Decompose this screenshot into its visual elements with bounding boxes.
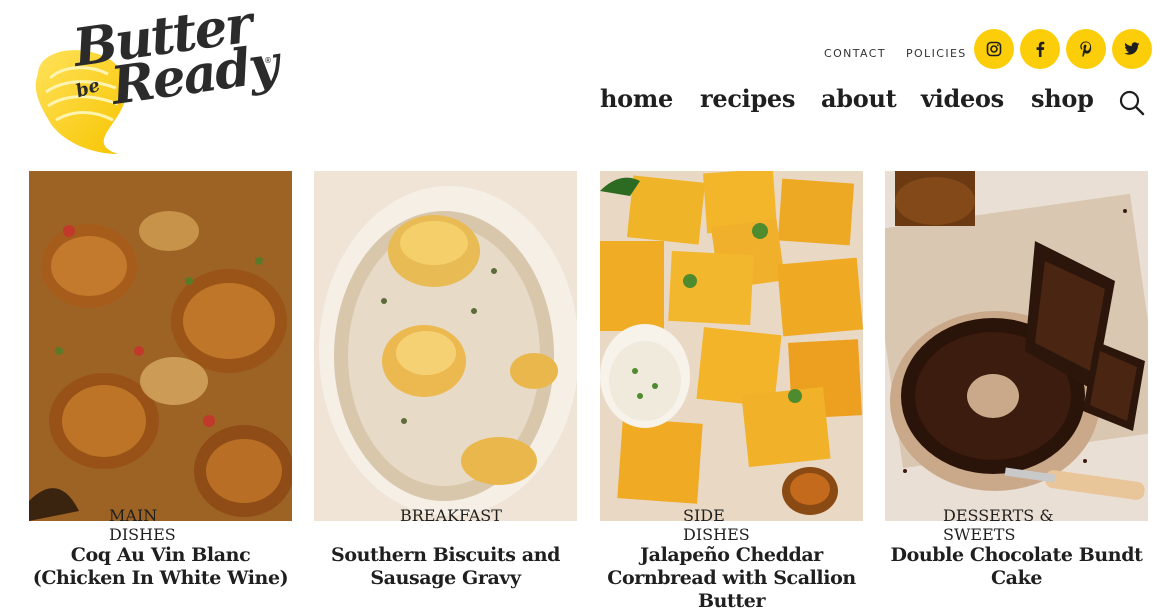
registered-mark: ® — [264, 56, 272, 65]
twitter-icon — [1124, 42, 1140, 55]
recipe-card[interactable] — [600, 171, 863, 521]
recipe-card[interactable] — [29, 171, 292, 521]
recipe-title[interactable]: Southern Biscuits and Sausage Gravy — [314, 544, 577, 590]
nav-recipes[interactable]: recipes — [700, 84, 795, 113]
social-links — [974, 29, 1152, 69]
recipe-card[interactable] — [885, 171, 1148, 521]
category-label: DESSERTS & SWEETS — [943, 506, 1054, 544]
category-badge[interactable]: BREAKFAST — [400, 506, 502, 525]
nav-shop[interactable]: shop — [1031, 84, 1094, 113]
policies-link[interactable]: POLICIES — [906, 47, 967, 60]
twitter-button[interactable] — [1112, 29, 1152, 69]
category-label: MAIN DISHES — [109, 506, 176, 544]
instagram-button[interactable] — [974, 29, 1014, 69]
category-label: SIDE DISHES — [683, 506, 750, 544]
category-badge[interactable]: DESSERTS & SWEETS — [943, 506, 1090, 544]
recipe-title[interactable]: Jalapeño Cheddar Cornbread with Scallion… — [600, 544, 863, 613]
recipe-image-cornbread[interactable] — [600, 171, 863, 521]
nav-home[interactable]: home — [600, 84, 673, 113]
category-badge[interactable]: MAIN DISHES — [109, 506, 211, 544]
pinterest-icon — [1080, 41, 1092, 57]
search-icon — [1119, 90, 1145, 116]
recipe-title[interactable]: Coq Au Vin Blanc (Chicken In White Wine) — [29, 544, 292, 590]
category-label: BREAKFAST — [400, 506, 502, 525]
facebook-icon — [1036, 41, 1045, 57]
recipe-title[interactable]: Double Chocolate Bundt Cake — [885, 544, 1148, 590]
pinterest-button[interactable] — [1066, 29, 1106, 69]
search-button[interactable] — [1118, 89, 1146, 117]
utility-nav: CONTACT POLICIES — [824, 47, 967, 60]
nav-about[interactable]: about — [821, 84, 897, 113]
recipe-image-coq-au-vin[interactable] — [29, 171, 292, 521]
site-logo[interactable]: Butter be Ready ® — [28, 0, 281, 156]
contact-link[interactable]: CONTACT — [824, 47, 886, 60]
recipe-image-bundt-cake[interactable] — [885, 171, 1148, 521]
nav-videos[interactable]: videos — [921, 84, 1004, 113]
category-badge[interactable]: SIDE DISHES — [683, 506, 779, 544]
facebook-button[interactable] — [1020, 29, 1060, 69]
recipe-card[interactable] — [314, 171, 577, 521]
instagram-icon — [986, 41, 1002, 57]
recipe-image-biscuits-gravy[interactable] — [314, 171, 577, 521]
